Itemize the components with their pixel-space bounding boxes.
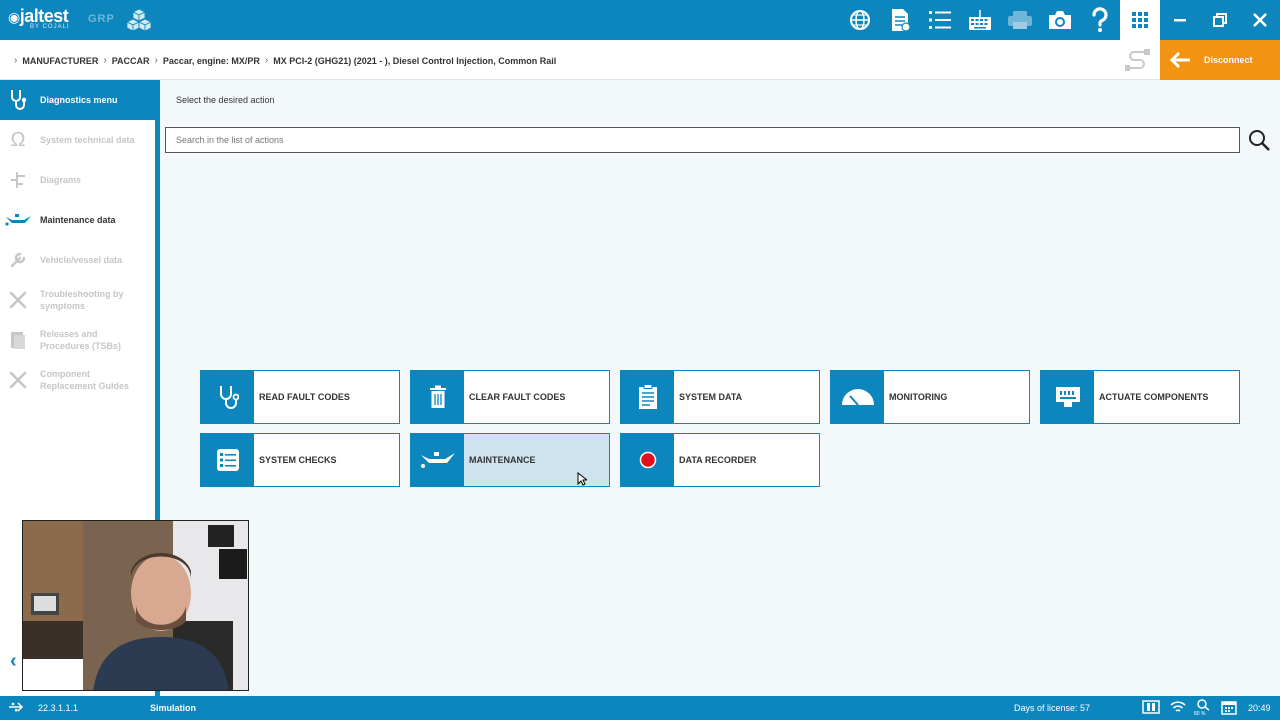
actuate-components-button[interactable]: ACTUATE COMPONENTS (1040, 370, 1240, 424)
stethoscope-icon (201, 371, 254, 423)
restore-icon[interactable] (1200, 0, 1240, 40)
document-icon[interactable] (880, 0, 920, 40)
keyboard-icon[interactable] (960, 0, 1000, 40)
wifi-icon[interactable] (1170, 700, 1186, 716)
diagram-icon (0, 170, 36, 190)
list-icon[interactable] (920, 0, 960, 40)
sidebar-item-releases-procedures: Releases and Procedures (TSBs) (0, 320, 155, 360)
mode-label: Simulation (150, 703, 197, 713)
trash-icon (411, 371, 464, 423)
tile-label: CLEAR FAULT CODES (469, 392, 566, 402)
sidebar-item-label: Diagrams (40, 175, 82, 185)
tile-label: SYSTEM DATA (679, 392, 743, 402)
grp-label: GRP (88, 13, 115, 25)
gauge-icon (831, 371, 884, 423)
version-label: 22.3.1.1.1 (38, 703, 79, 713)
monitoring-button[interactable]: MONITORING (830, 370, 1030, 424)
top-bar: ◉jaltest BY COJALI GRP (0, 0, 1280, 40)
omega-icon: Ω (10, 128, 26, 151)
cubes-icon[interactable] (126, 7, 152, 38)
stethoscope-icon (0, 89, 36, 111)
mouse-cursor-icon (577, 471, 589, 491)
sidebar-item-label: Troubleshooting by symptoms (40, 289, 124, 311)
chevron-right-icon: › (14, 55, 18, 66)
sidebar-item-label: Diagnostics menu (40, 95, 118, 105)
wrench-icon (0, 251, 36, 269)
logo-subtext: BY COJALI (30, 24, 70, 30)
search-icon[interactable] (1248, 129, 1270, 156)
disconnect-button[interactable]: Disconnect (1160, 40, 1280, 80)
sidebar-item-maintenance-data[interactable]: Maintenance data (0, 200, 155, 240)
chevron-right-icon: › (264, 55, 269, 66)
sidebar-item-label: Component Replacement Guides (40, 369, 130, 391)
tools-icon (0, 370, 36, 390)
breadcrumb-item[interactable]: MX PCI-2 (GHG21) (2021 - ), Diesel Contr… (273, 56, 556, 66)
breadcrumb-item[interactable]: Paccar, engine: MX/PR (163, 56, 260, 66)
sidebar-item-label: Releases and Procedures (TSBs) (40, 329, 122, 351)
system-checks-button[interactable]: SYSTEM CHECKS (200, 433, 400, 487)
read-fault-codes-button[interactable]: READ FAULT CODES (200, 370, 400, 424)
sidebar-item-diagrams: Diagrams (0, 160, 155, 200)
sidebar-item-component-replacement: Component Replacement Guides (0, 360, 155, 400)
help-icon[interactable] (1080, 0, 1120, 40)
calendar-icon[interactable] (1221, 700, 1237, 717)
chevron-right-icon: › (154, 55, 158, 66)
printer-icon[interactable] (1000, 0, 1040, 40)
minimize-icon[interactable] (1160, 0, 1200, 40)
chevron-right-icon: › (103, 55, 107, 66)
webcam-video-image (23, 521, 248, 690)
sidebar-item-label: Maintenance data (40, 215, 116, 225)
tile-label: MONITORING (889, 392, 948, 402)
connector-icon (1041, 371, 1094, 423)
usb-icon (8, 701, 24, 715)
tile-label: MAINTENANCE (469, 455, 536, 465)
chevron-left-icon[interactable]: ‹ (10, 650, 17, 673)
sidebar-item-system-technical-data: Ω System technical data (0, 120, 155, 160)
documents-icon (0, 330, 36, 350)
search-input[interactable] (165, 127, 1240, 153)
sidebar-item-label: Vehicle/vessel data (40, 255, 123, 265)
sidebar-item-troubleshooting: Troubleshooting by symptoms (0, 280, 155, 320)
status-bar: 22.3.1.1.1 Simulation Days of license: 5… (0, 696, 1280, 720)
clock-time: 20:49 (1248, 703, 1271, 713)
oil-can-icon (411, 434, 464, 486)
breadcrumb-item[interactable]: MANUFACTURER (22, 56, 98, 66)
clipboard-icon (621, 371, 674, 423)
checklist-icon (201, 434, 254, 486)
breadcrumb: › MANUFACTURER › PACCAR › Paccar, engine… (14, 55, 556, 66)
page-instruction: Select the desired action (176, 95, 275, 105)
clear-fault-codes-button[interactable]: CLEAR FAULT CODES (410, 370, 610, 424)
oil-can-icon (0, 213, 36, 227)
tile-label: SYSTEM CHECKS (259, 455, 337, 465)
data-recorder-button[interactable]: DATA RECORDER (620, 433, 820, 487)
tools-icon (0, 290, 36, 310)
disconnect-label: Disconnect (1204, 55, 1253, 65)
breadcrumb-bar: › MANUFACTURER › PACCAR › Paccar, engine… (0, 40, 1280, 80)
window-icon[interactable] (1142, 700, 1160, 716)
webcam-overlay (22, 520, 249, 691)
logo-text: jaltest (19, 6, 69, 26)
tile-label: READ FAULT CODES (259, 392, 350, 402)
system-data-button[interactable]: SYSTEM DATA (620, 370, 820, 424)
camera-icon[interactable] (1040, 0, 1080, 40)
cable-connection-icon (1124, 48, 1154, 77)
sidebar-item-diagnostics-menu[interactable]: Diagnostics menu (0, 80, 155, 120)
sidebar-item-label: System technical data (40, 135, 135, 145)
record-icon (621, 434, 674, 486)
globe-icon[interactable] (840, 0, 880, 40)
sidebar-item-vehicle-vessel-data: Vehicle/vessel data (0, 240, 155, 280)
breadcrumb-item[interactable]: PACCAR (112, 56, 150, 66)
license-days-label: Days of license: 57 (1014, 703, 1091, 713)
tile-label: DATA RECORDER (679, 455, 757, 465)
arrow-left-icon (1160, 51, 1200, 69)
tile-label: ACTUATE COMPONENTS (1099, 392, 1209, 402)
jaltest-logo: ◉jaltest BY COJALI (8, 6, 70, 30)
apps-grid-icon[interactable] (1120, 0, 1160, 40)
battery-percent: 80 % (1194, 711, 1206, 717)
close-icon[interactable] (1240, 0, 1280, 40)
